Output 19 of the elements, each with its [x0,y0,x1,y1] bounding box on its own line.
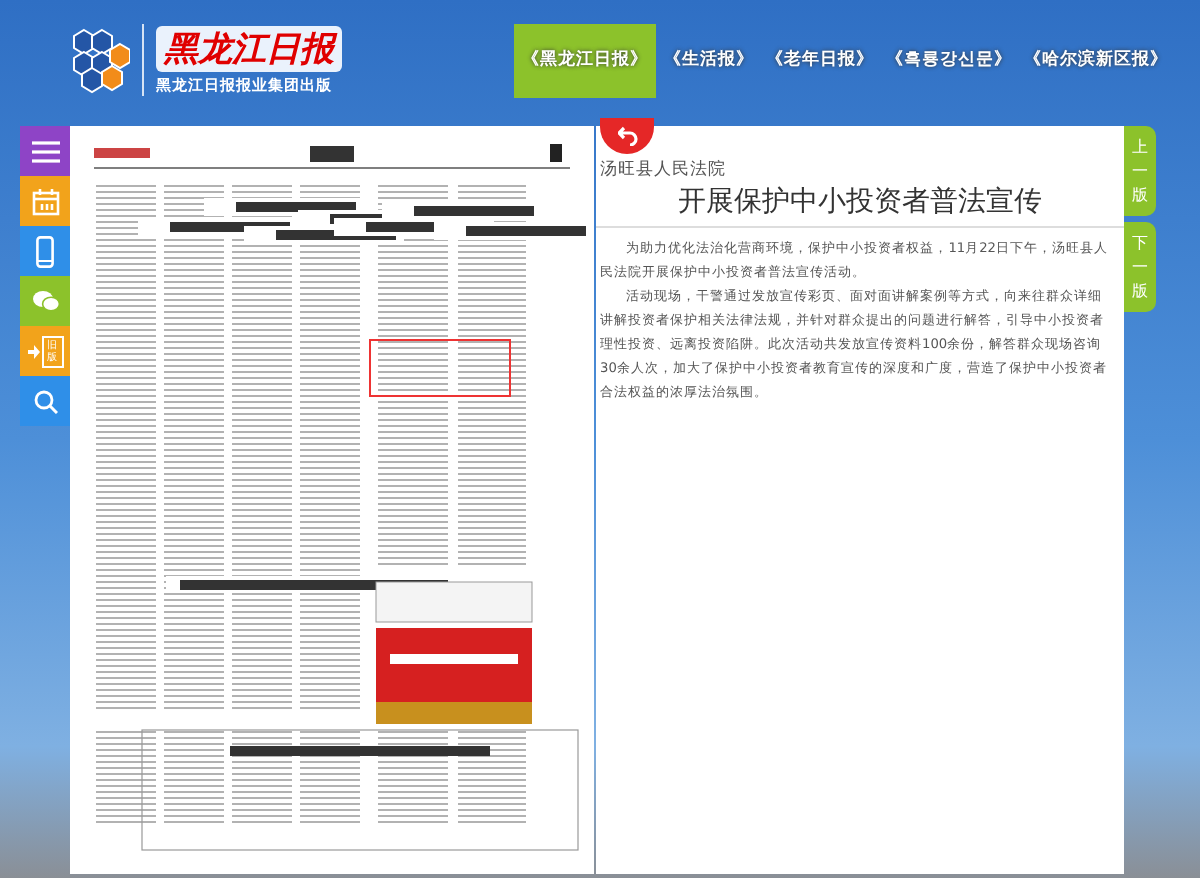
menu-icon [31,139,59,163]
chat-bubbles-icon [31,290,59,312]
newspaper-tab[interactable]: 《흑룡강신문》 [882,23,1016,97]
newspaper-logo-title: 黑龙江日报 [156,25,342,71]
sidebar-phone-button[interactable] [20,226,70,276]
search-icon [33,389,57,413]
phone-icon [36,235,54,267]
newspaper-tab[interactable]: 《生活报》 [660,23,758,97]
hexagon-logo-icon [70,26,130,94]
article-title: 开展保护中小投资者普法宣传 [596,184,1124,228]
arrow-icon [27,343,39,359]
article-source: 汤旺县人民法院 [600,158,728,182]
return-arrow-icon [617,126,637,146]
calendar-icon [31,187,59,215]
newspaper-tab[interactable]: 《老年日报》 [762,23,878,97]
sidebar-search-button[interactable] [20,376,70,426]
sidebar-menu-button[interactable] [20,126,70,176]
newspaper-tab[interactable]: 《哈尔滨新区报》 [1020,23,1172,97]
back-button[interactable] [600,118,654,154]
